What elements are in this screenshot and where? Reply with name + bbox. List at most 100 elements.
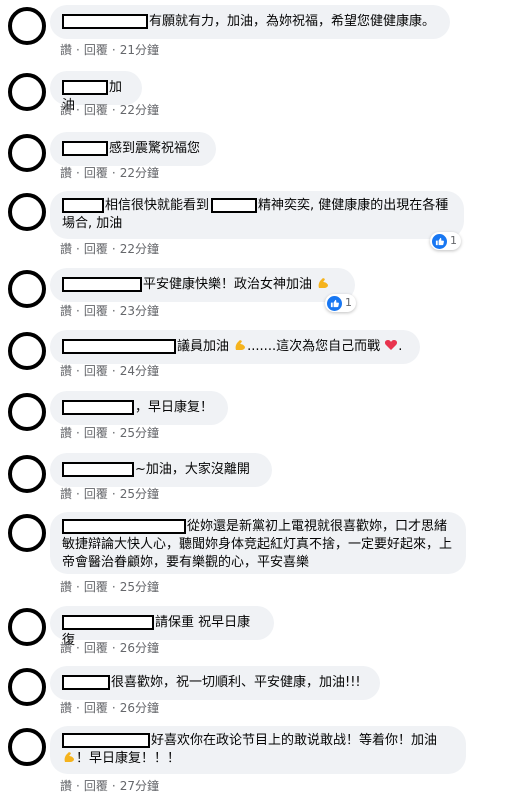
avatar[interactable] xyxy=(8,73,46,111)
like-link[interactable]: 讚 xyxy=(60,641,72,655)
like-link[interactable]: 讚 xyxy=(60,304,72,318)
reply-link[interactable]: 回覆 xyxy=(84,580,108,594)
like-link[interactable]: 讚 xyxy=(60,580,72,594)
flexed-biceps-icon xyxy=(235,340,246,350)
like-link[interactable]: 讚 xyxy=(60,43,72,57)
redacted-name[interactable] xyxy=(62,462,134,477)
timestamp[interactable]: 22分鐘 xyxy=(120,166,159,180)
avatar[interactable] xyxy=(8,608,46,646)
comment-bubble: 加油 xyxy=(50,71,142,113)
separator: · xyxy=(111,426,116,440)
redacted-name[interactable] xyxy=(62,400,134,415)
comment-bubble: 平安健康快樂！政治女神加油 xyxy=(50,268,355,302)
comment-actions: 讚 · 回覆 · 25分鐘 xyxy=(60,425,159,441)
comment-text: 相信很快就能看到 xyxy=(105,198,210,213)
comment-text: 很喜歡妳，祝一切順利、平安健康，加油!!! xyxy=(111,675,361,690)
timestamp[interactable]: 23分鐘 xyxy=(120,304,159,318)
timestamp[interactable]: 22分鐘 xyxy=(120,242,159,256)
redacted-name[interactable] xyxy=(211,198,258,213)
separator: · xyxy=(76,166,80,180)
redacted-name[interactable] xyxy=(62,198,104,213)
comment-text: 議員加油 xyxy=(177,339,230,354)
separator: · xyxy=(76,487,80,501)
redacted-name[interactable] xyxy=(62,339,176,354)
timestamp[interactable]: 25分鐘 xyxy=(120,580,159,594)
reply-link[interactable]: 回覆 xyxy=(84,103,108,117)
comment-text: . xyxy=(398,339,403,354)
comment-actions: 讚 · 回覆 · 26分鐘 xyxy=(60,640,159,656)
like-link[interactable]: 讚 xyxy=(60,364,72,378)
redacted-name[interactable] xyxy=(62,675,110,690)
comment-bubble: 感到震驚祝福您 xyxy=(50,132,216,166)
comment-actions: 讚 · 回覆 · 25分鐘 xyxy=(60,486,159,502)
comment-text: ，早日康复！ xyxy=(135,400,214,415)
avatar[interactable] xyxy=(8,514,46,552)
reaction-number: 1 xyxy=(345,296,352,309)
timestamp[interactable]: 25分鐘 xyxy=(120,487,159,501)
like-link[interactable]: 讚 xyxy=(60,779,72,793)
avatar[interactable] xyxy=(8,7,46,45)
reply-link[interactable]: 回覆 xyxy=(84,242,108,256)
comment-actions: 讚 · 回覆 · 22分鐘 xyxy=(60,102,159,118)
separator: · xyxy=(111,304,116,318)
timestamp[interactable]: 27分鐘 xyxy=(120,779,159,793)
reaction-number: 1 xyxy=(450,234,457,247)
reply-link[interactable]: 回覆 xyxy=(84,426,108,440)
comment-list: 有願就有力，加油，為妳祝福，希望您健健康康。 讚 · 回覆 · 21分鐘 加油 讚 · 回覆… xyxy=(0,0,526,801)
redacted-name[interactable] xyxy=(62,519,186,534)
separator: · xyxy=(111,103,116,117)
reaction-count[interactable]: 1 xyxy=(325,294,356,312)
avatar[interactable] xyxy=(8,193,46,231)
reply-link[interactable]: 回覆 xyxy=(84,701,108,715)
comment-actions: 讚 · 回覆 · 27分鐘 xyxy=(60,778,159,794)
redacted-name[interactable] xyxy=(62,733,150,748)
timestamp[interactable]: 26分鐘 xyxy=(120,641,159,655)
avatar[interactable] xyxy=(8,134,46,172)
avatar[interactable] xyxy=(8,270,46,308)
separator: · xyxy=(76,641,80,655)
reply-link[interactable]: 回覆 xyxy=(84,304,108,318)
avatar[interactable] xyxy=(8,728,46,766)
avatar[interactable] xyxy=(8,393,46,431)
comment-actions: 讚 · 回覆 · 25分鐘 xyxy=(60,579,159,595)
comment-bubble: 有願就有力，加油，為妳祝福，希望您健健康康。 xyxy=(50,5,450,39)
heart-icon xyxy=(385,340,398,350)
separator: · xyxy=(76,304,80,318)
timestamp[interactable]: 21分鐘 xyxy=(120,43,159,57)
flexed-biceps-icon xyxy=(318,278,329,288)
timestamp[interactable]: 22分鐘 xyxy=(120,103,159,117)
comment-bubble: 從妳還是新黨初上電視就很喜歡妳，口才思緒敏捷辯論大快人心，聽聞妳身体竞起紅灯真不… xyxy=(50,512,466,574)
redacted-name[interactable] xyxy=(62,14,148,29)
like-link[interactable]: 讚 xyxy=(60,242,72,256)
reply-link[interactable]: 回覆 xyxy=(84,779,108,793)
separator: · xyxy=(76,426,80,440)
comment-text: 有願就有力，加油，為妳祝福，希望您健健康康。 xyxy=(149,14,436,29)
like-link[interactable]: 讚 xyxy=(60,701,72,715)
avatar[interactable] xyxy=(8,668,46,706)
thumbs-up-icon xyxy=(432,233,447,249)
like-link[interactable]: 讚 xyxy=(60,426,72,440)
reply-link[interactable]: 回覆 xyxy=(84,43,108,57)
timestamp[interactable]: 26分鐘 xyxy=(120,701,159,715)
reply-link[interactable]: 回覆 xyxy=(84,364,108,378)
timestamp[interactable]: 25分鐘 xyxy=(120,426,159,440)
like-link[interactable]: 讚 xyxy=(60,103,72,117)
reply-link[interactable]: 回覆 xyxy=(84,641,108,655)
redacted-name[interactable] xyxy=(62,141,108,156)
comment-bubble: ，早日康复！ xyxy=(50,391,228,425)
comment-bubble: 好喜欢你在政论节目上的敢说敢战！等着你！加油 ！早日康复！！！ xyxy=(50,726,466,774)
flexed-biceps-icon xyxy=(64,752,74,762)
comment-bubble: 請保重 祝早日康復 xyxy=(50,606,274,648)
timestamp[interactable]: 24分鐘 xyxy=(120,364,159,378)
avatar[interactable] xyxy=(8,332,46,370)
avatar[interactable] xyxy=(8,455,46,493)
reaction-count[interactable]: 1 xyxy=(430,232,461,250)
redacted-name[interactable] xyxy=(62,80,108,95)
redacted-name[interactable] xyxy=(62,277,142,292)
like-link[interactable]: 讚 xyxy=(60,487,72,501)
reply-link[interactable]: 回覆 xyxy=(84,487,108,501)
redacted-name[interactable] xyxy=(62,615,154,630)
like-link[interactable]: 讚 xyxy=(60,166,72,180)
comment-bubble: 相信很快就能看到 精神奕奕, 健健康康的出現在各種場合, 加油 xyxy=(50,191,464,239)
reply-link[interactable]: 回覆 xyxy=(84,166,108,180)
